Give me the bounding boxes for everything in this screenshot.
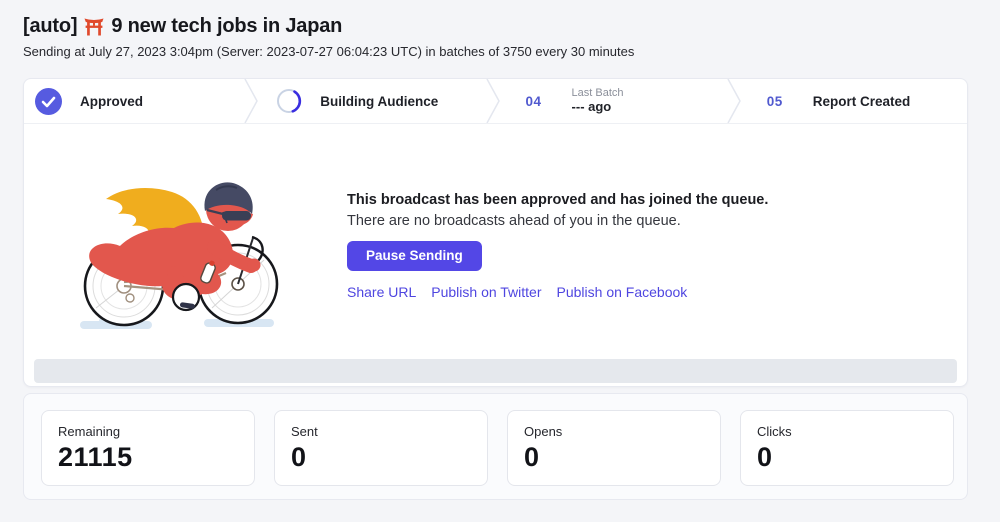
cyclist-illustration bbox=[56, 161, 306, 333]
title-main: 9 new tech jobs in Japan bbox=[111, 13, 342, 39]
step-last-batch: 04 Last Batch --- ago bbox=[501, 79, 726, 123]
sending-progress-bar bbox=[34, 359, 957, 383]
broadcast-header: [auto] 9 new tech jobs in Japan Sending … bbox=[23, 13, 977, 60]
stat-label: Opens bbox=[524, 424, 704, 439]
spinner-icon bbox=[276, 88, 302, 114]
publish-facebook-link[interactable]: Publish on Facebook bbox=[557, 284, 688, 300]
broadcast-status-card: Approved Building Audience 04 Last Batch… bbox=[23, 78, 968, 387]
step-approved-label: Approved bbox=[80, 94, 143, 109]
step-building-audience: Building Audience bbox=[259, 79, 484, 123]
pause-sending-button[interactable]: Pause Sending bbox=[347, 241, 482, 271]
share-links: Share URL Publish on Twitter Publish on … bbox=[347, 284, 768, 300]
title-prefix: [auto] bbox=[23, 13, 77, 39]
share-url-link[interactable]: Share URL bbox=[347, 284, 416, 300]
glasses bbox=[222, 211, 251, 221]
stat-value: 0 bbox=[291, 442, 471, 473]
step-approved: Approved bbox=[24, 79, 243, 123]
step-report-created-number: 05 bbox=[767, 94, 783, 109]
stat-card-clicks: Clicks 0 bbox=[740, 410, 954, 486]
queue-message-primary: This broadcast has been approved and has… bbox=[347, 190, 768, 211]
last-batch-value: --- ago bbox=[572, 100, 624, 115]
stat-card-sent: Sent 0 bbox=[274, 410, 488, 486]
stat-card-remaining: Remaining 21115 bbox=[41, 410, 255, 486]
queue-message-secondary: There are no broadcasts ahead of you in … bbox=[347, 211, 768, 232]
stat-card-opens: Opens 0 bbox=[507, 410, 721, 486]
progress-steps: Approved Building Audience 04 Last Batch… bbox=[24, 79, 967, 124]
stat-label: Clicks bbox=[757, 424, 937, 439]
step-separator-icon bbox=[726, 79, 742, 123]
stats-panel: Remaining 21115 Sent 0 Opens 0 Clicks 0 bbox=[23, 393, 968, 500]
check-circle-icon bbox=[35, 88, 62, 115]
step-report-created: 05 Report Created bbox=[742, 79, 967, 123]
step-building-audience-label: Building Audience bbox=[320, 94, 438, 109]
step-separator-icon bbox=[243, 79, 259, 123]
publish-twitter-link[interactable]: Publish on Twitter bbox=[431, 284, 541, 300]
last-batch-title: Last Batch bbox=[572, 87, 624, 100]
stat-label: Sent bbox=[291, 424, 471, 439]
stat-value: 0 bbox=[524, 442, 704, 473]
torii-gate-icon bbox=[84, 17, 104, 36]
stat-value: 0 bbox=[757, 442, 937, 473]
step-last-batch-number: 04 bbox=[526, 94, 542, 109]
step-report-created-label: Report Created bbox=[813, 94, 911, 109]
stat-label: Remaining bbox=[58, 424, 238, 439]
sending-schedule: Sending at July 27, 2023 3:04pm (Server:… bbox=[23, 44, 977, 60]
page-title: [auto] 9 new tech jobs in Japan bbox=[23, 13, 977, 39]
stat-value: 21115 bbox=[58, 442, 238, 473]
step-separator-icon bbox=[485, 79, 501, 123]
